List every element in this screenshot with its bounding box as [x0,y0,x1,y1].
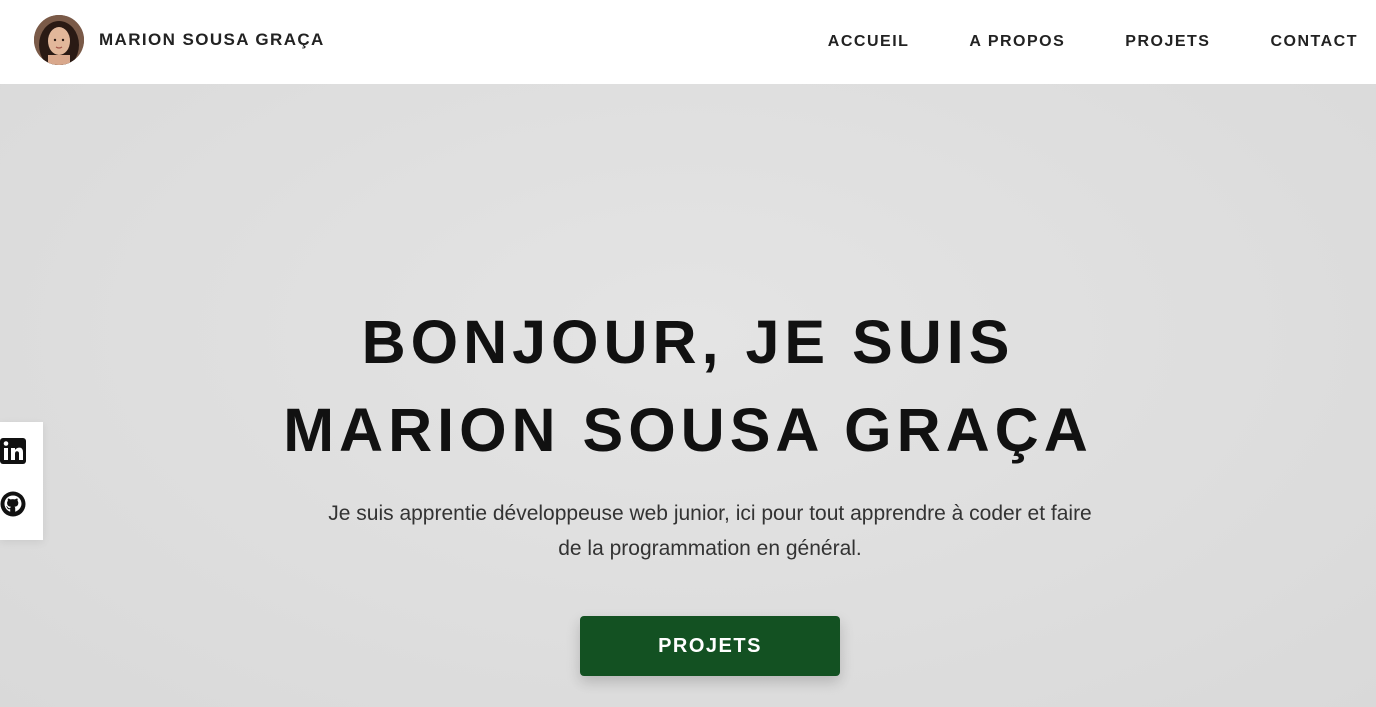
nav-link-projets[interactable]: PROJETS [1125,33,1210,51]
nav-link-contact[interactable]: CONTACT [1270,33,1358,51]
brand-link[interactable]: MARION SOUSA GRAÇA [34,15,325,65]
projets-button[interactable]: PROJETS [580,616,840,676]
social-sidebar [0,422,43,540]
nav-link-accueil[interactable]: ACCUEIL [828,33,910,51]
nav-link-a-propos[interactable]: A PROPOS [969,33,1065,51]
hero-title-line-1: BONJOUR, JE SUIS [361,308,1015,376]
hero-section: BONJOUR, JE SUIS MARION SOUSA GRAÇA Je s… [0,84,1376,707]
brand-name: MARION SOUSA GRAÇA [99,30,325,49]
linkedin-icon[interactable] [0,437,30,467]
main-nav: ACCUEIL A PROPOS PROJETS CONTACT [768,0,1358,84]
hero-title-line-2: MARION SOUSA GRAÇA [283,396,1093,464]
hero-title: BONJOUR, JE SUIS MARION SOUSA GRAÇA [0,298,1376,474]
hero-subtitle-line-1: Je suis apprentie développeuse web junio… [328,502,1092,525]
hero-subtitle-line-2: de la programmation en général. [558,537,862,560]
site-header: MARION SOUSA GRAÇA ACCUEIL A PROPOS PROJ… [0,0,1376,84]
hero-subtitle: Je suis apprentie développeuse web junio… [300,496,1120,566]
avatar [34,15,84,65]
github-icon[interactable] [0,490,30,520]
